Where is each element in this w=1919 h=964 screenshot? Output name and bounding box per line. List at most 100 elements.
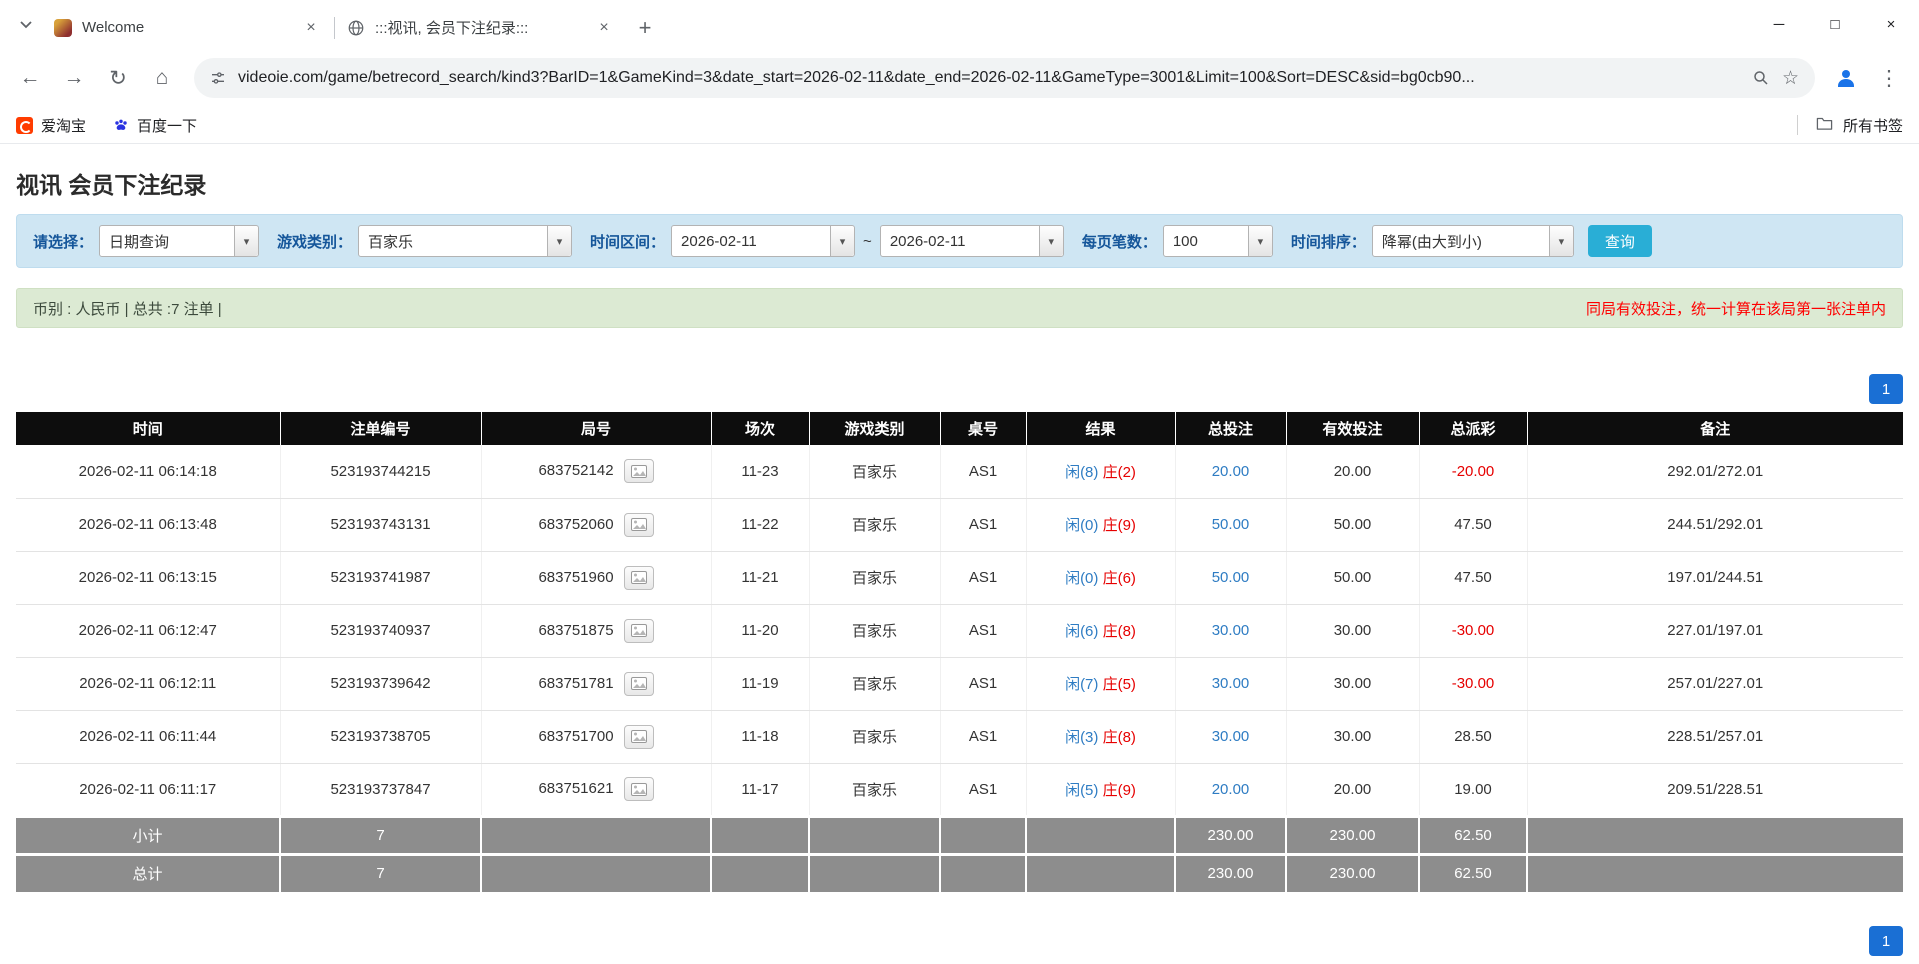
- game-kind-select[interactable]: 百家乐 ▾: [358, 225, 573, 257]
- chevron-down-icon[interactable]: ▾: [830, 226, 855, 256]
- chevron-down-icon[interactable]: ▾: [547, 226, 572, 256]
- column-header-10: 总派彩: [1419, 412, 1528, 445]
- round-number: 683751621: [538, 779, 614, 797]
- footer-payout: 62.50: [1419, 814, 1528, 854]
- round-number: 683751960: [538, 568, 614, 586]
- date-end-input[interactable]: 2026-02-11 ▾: [879, 225, 1064, 257]
- cell-total-bet: 20.00: [1175, 763, 1287, 817]
- page-1-button[interactable]: 1: [1869, 374, 1903, 404]
- star-icon[interactable]: ☆: [1782, 67, 1799, 90]
- maximize-button[interactable]: □: [1807, 0, 1863, 49]
- chevron-down-icon[interactable]: ▾: [1548, 226, 1573, 256]
- page-limit-input[interactable]: 100 ▾: [1162, 225, 1273, 257]
- cell-table-no: AS1: [940, 710, 1027, 764]
- result-player: 闲(0): [1065, 570, 1099, 587]
- refresh-icon[interactable]: ↻: [98, 58, 138, 98]
- footer-payout: 62.50: [1419, 852, 1528, 892]
- result-banker: 庄(9): [1102, 781, 1136, 799]
- cell-session: 11-23: [711, 445, 810, 499]
- close-icon[interactable]: ×: [593, 17, 615, 39]
- bookmark-label: 爱淘宝: [41, 117, 87, 135]
- cell-game-kind: 百家乐: [809, 551, 941, 605]
- cell-result: 闲(0) 庄(6): [1026, 551, 1176, 605]
- page-1-button[interactable]: 1: [1869, 926, 1903, 956]
- cell-round: 683751960: [481, 551, 712, 605]
- all-bookmarks-button[interactable]: 所有书签: [1796, 115, 1903, 136]
- tab-betrecord[interactable]: :::视讯, 会员下注纪录::: ×: [335, 8, 627, 48]
- round-image-button[interactable]: [623, 459, 654, 484]
- site-settings-icon[interactable]: [210, 70, 226, 86]
- tab-welcome[interactable]: Welcome ×: [42, 8, 334, 48]
- page-title: 视讯 会员下注纪录: [16, 172, 207, 198]
- cell-payout: -30.00: [1419, 604, 1528, 658]
- bet-records-table: 时间 注单编号 局号 场次 游戏类别 桌号 结果 总投注 有效投注 总派彩 备注 2026-02-1…: [16, 412, 1903, 892]
- cell-payout: 47.50: [1419, 498, 1528, 552]
- currency-summary: 币别 : 人民币 | 总共 :7 注单 |: [33, 300, 222, 318]
- result-player: 闲(0): [1065, 517, 1099, 534]
- bookmark-taobao[interactable]: 爱淘宝: [16, 115, 86, 136]
- cell-table-no: AS1: [940, 604, 1027, 658]
- chevron-down-icon[interactable]: ▾: [234, 226, 259, 256]
- chevron-down-icon[interactable]: ▾: [1247, 226, 1272, 256]
- table-row: 2026-02-11 06:13:48 523193743131 6837520…: [16, 498, 1903, 552]
- cell-round: 683752142: [481, 445, 712, 499]
- cell-valid-bet: 20.00: [1286, 445, 1420, 499]
- cell-total-bet: 30.00: [1175, 657, 1287, 711]
- query-type-select[interactable]: 日期查询 ▾: [99, 225, 260, 257]
- round-number: 683751700: [538, 727, 614, 745]
- home-icon[interactable]: ⌂: [142, 58, 182, 98]
- column-header-2: 注单编号: [280, 412, 482, 445]
- query-type-label: 请选择：: [33, 233, 94, 251]
- back-icon[interactable]: ←: [10, 58, 50, 98]
- round-image-button[interactable]: [623, 671, 654, 696]
- cell-session: 11-19: [711, 657, 810, 711]
- round-image-button[interactable]: [623, 565, 654, 590]
- round-image-button[interactable]: [623, 724, 654, 749]
- folder-icon: [1816, 116, 1833, 135]
- bookmark-baidu[interactable]: 百度一下: [112, 115, 197, 136]
- table-row: 2026-02-11 06:12:11 523193739642 6837517…: [16, 657, 1903, 711]
- address-bar[interactable]: videoie.com/game/betrecord_search/kind3?…: [194, 58, 1815, 98]
- menu-icon[interactable]: ⋮: [1869, 58, 1909, 98]
- round-number: 683752060: [538, 515, 614, 533]
- sort-select[interactable]: 降幂(由大到小) ▾: [1371, 225, 1574, 257]
- table-row: 2026-02-11 06:13:15 523193741987 6837519…: [16, 551, 1903, 605]
- forward-icon[interactable]: →: [54, 58, 94, 98]
- chevron-down-icon[interactable]: ▾: [1038, 226, 1063, 256]
- total-row: 总计 7 230.00 230.00 62.50: [16, 852, 1903, 892]
- cell-result: 闲(3) 庄(8): [1026, 710, 1176, 764]
- cell-table-no: AS1: [940, 445, 1027, 499]
- cell-time: 2026-02-11 06:12:47: [16, 604, 281, 658]
- cell-payout: 28.50: [1419, 710, 1528, 764]
- globe-icon: [347, 19, 365, 37]
- new-tab-button[interactable]: +: [627, 10, 663, 46]
- cell-result: 闲(0) 庄(9): [1026, 498, 1176, 552]
- cell-table-no: AS1: [940, 657, 1027, 711]
- close-window-button[interactable]: ×: [1863, 0, 1919, 49]
- round-image-button[interactable]: [623, 618, 654, 643]
- cell-session: 11-20: [711, 604, 810, 658]
- zoom-icon[interactable]: [1752, 69, 1770, 87]
- minimize-button[interactable]: ─: [1751, 0, 1807, 49]
- cell-game-kind: 百家乐: [809, 604, 941, 658]
- column-header-4: 场次: [711, 412, 810, 445]
- profile-icon[interactable]: [1827, 59, 1865, 97]
- search-button[interactable]: 查询: [1587, 225, 1652, 257]
- close-icon[interactable]: ×: [300, 17, 322, 39]
- tab-bar: Welcome × :::视讯, 会员下注纪录::: × + ─ □ ×: [0, 0, 1919, 49]
- cell-total-bet: 20.00: [1175, 445, 1287, 499]
- url-text[interactable]: videoie.com/game/betrecord_search/kind3?…: [238, 69, 1740, 87]
- cell-result: 闲(5) 庄(9): [1026, 763, 1176, 817]
- round-image-button[interactable]: [623, 777, 654, 801]
- tab-search-button[interactable]: [10, 9, 42, 41]
- cell-table-no: AS1: [940, 551, 1027, 605]
- cell-round: 683752060: [481, 498, 712, 552]
- cell-bet-id: 523193737847: [280, 763, 482, 817]
- taobao-icon: [16, 116, 33, 134]
- result-banker: 庄(8): [1102, 729, 1136, 746]
- round-image-button[interactable]: [623, 512, 654, 537]
- cell-session: 11-22: [711, 498, 810, 552]
- date-start-input[interactable]: 2026-02-11 ▾: [671, 225, 856, 257]
- result-banker: 庄(9): [1102, 517, 1136, 534]
- table-row: 2026-02-11 06:11:44 523193738705 6837517…: [16, 710, 1903, 764]
